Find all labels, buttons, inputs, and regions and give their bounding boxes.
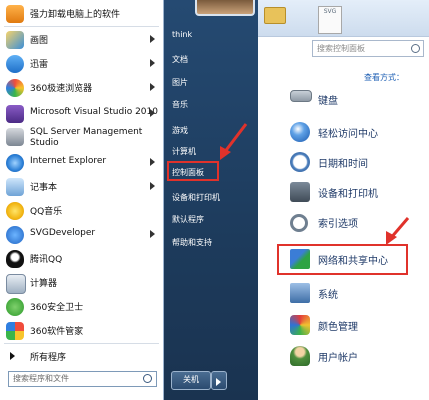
arrow-to-control-panel (220, 123, 248, 160)
annotation-arrows (220, 123, 410, 245)
arrow-to-network-sharing (386, 217, 410, 245)
